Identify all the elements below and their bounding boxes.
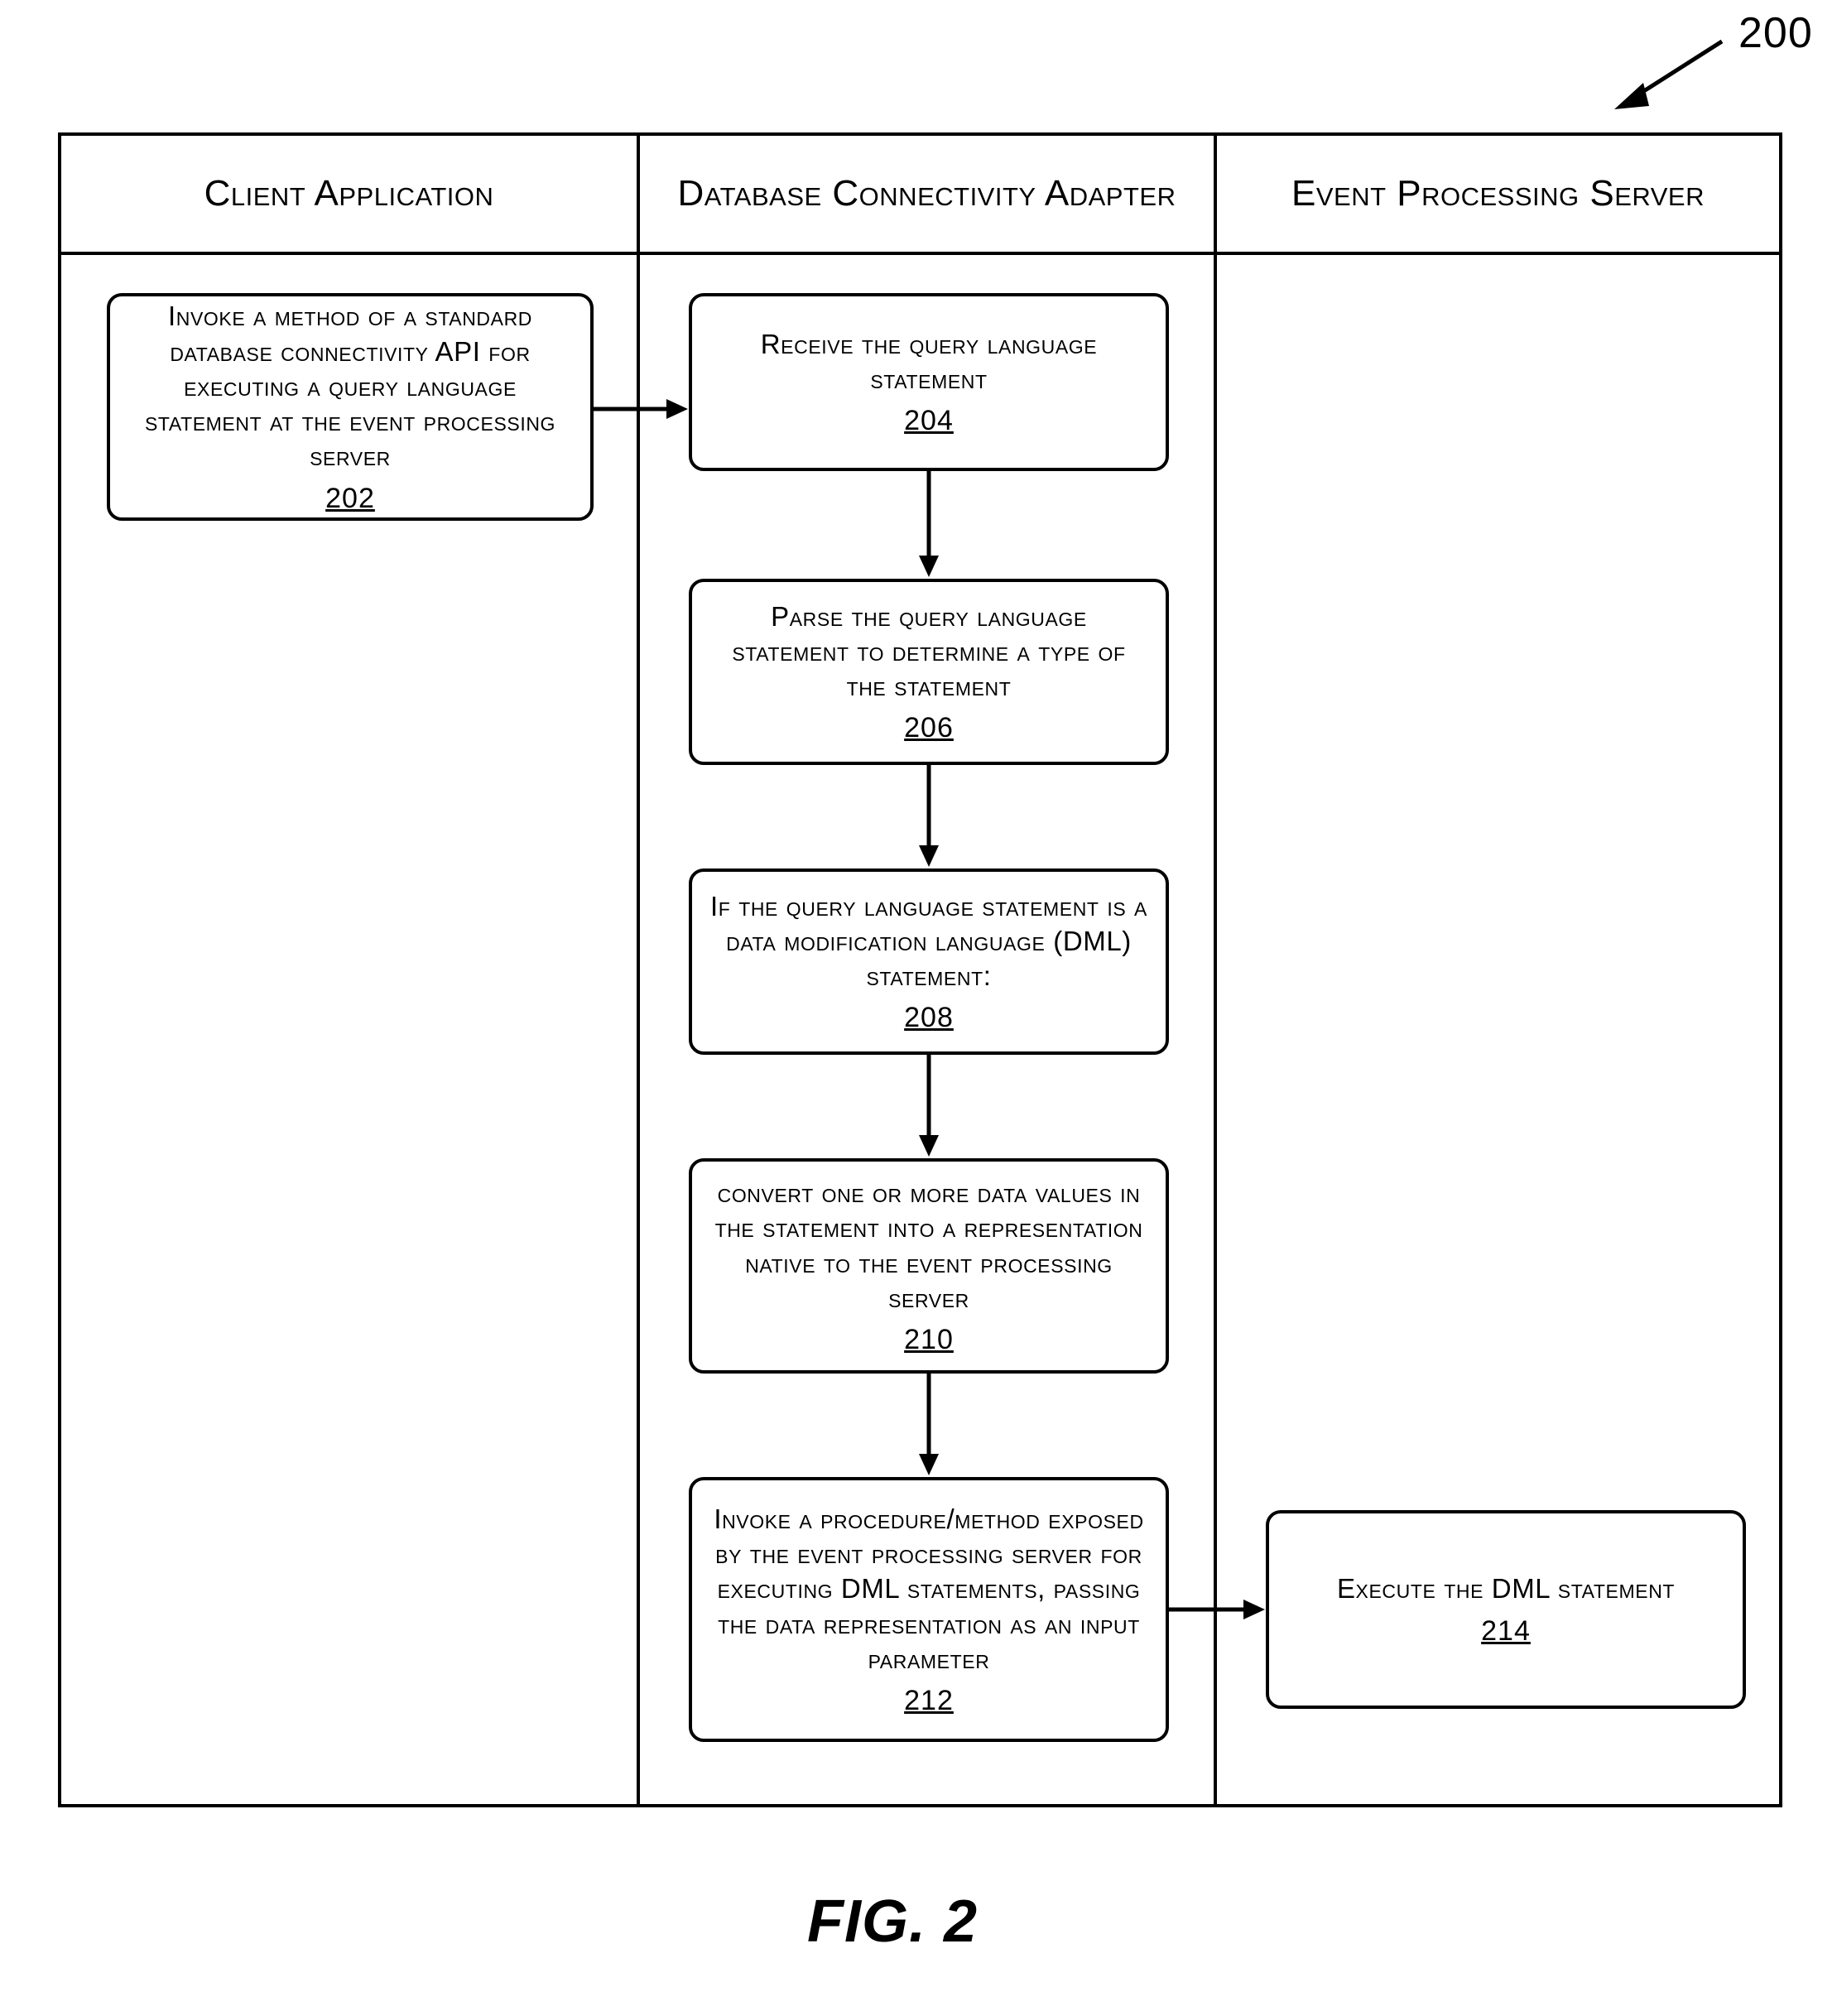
step-202: Invoke a method of a standard database c…	[107, 293, 594, 521]
step-210-text: convert one or more data values in the s…	[710, 1176, 1147, 1316]
step-210: convert one or more data values in the s…	[689, 1158, 1169, 1374]
lane-header-adapter-label: Database Connectivity Adapter	[678, 173, 1176, 214]
step-208-num: 208	[904, 1002, 954, 1034]
step-214-num: 214	[1481, 1615, 1531, 1648]
figure-caption: FIG. 2	[807, 1888, 978, 1956]
step-206-num: 206	[904, 712, 954, 744]
step-212: Invoke a procedure/method exposed by the…	[689, 1477, 1169, 1742]
step-208-text: If the query language statement is a dat…	[710, 889, 1147, 994]
lane-header-server-label: Event Processing Server	[1291, 173, 1705, 214]
step-214: Execute the DML statement 214	[1266, 1510, 1746, 1709]
lane-header-client: Client Application	[61, 136, 637, 252]
step-212-text: Invoke a procedure/method exposed by the…	[710, 1502, 1147, 1677]
arrow-212-to-214	[1169, 1597, 1268, 1622]
arrow-204-to-206	[916, 471, 941, 580]
arrow-208-to-210	[916, 1055, 941, 1160]
arrow-202-to-204	[594, 397, 691, 421]
lane-divider-1	[637, 136, 640, 1804]
step-214-text: Execute the DML statement	[1337, 1571, 1675, 1606]
step-206-text: Parse the query language statement to de…	[710, 599, 1147, 705]
lane-header-row: Client Application Database Connectivity…	[61, 136, 1779, 255]
step-202-text: Invoke a method of a standard database c…	[128, 299, 572, 474]
reference-arrow-icon	[1598, 33, 1730, 124]
step-204-text: Receive the query language statement	[710, 327, 1147, 397]
swimlane-table: Client Application Database Connectivity…	[58, 132, 1782, 1807]
step-212-num: 212	[904, 1685, 954, 1717]
diagram-canvas: 200 Client Application Database Connecti…	[0, 0, 1837, 2016]
lane-header-adapter: Database Connectivity Adapter	[640, 136, 1214, 252]
arrow-206-to-208	[916, 765, 941, 870]
step-206: Parse the query language statement to de…	[689, 579, 1169, 765]
arrow-210-to-212	[916, 1374, 941, 1479]
step-204-num: 204	[904, 405, 954, 437]
lane-divider-2	[1214, 136, 1217, 1804]
reference-number: 200	[1738, 8, 1813, 58]
lane-header-client-label: Client Application	[204, 173, 494, 214]
step-204: Receive the query language statement 204	[689, 293, 1169, 471]
step-210-num: 210	[904, 1324, 954, 1356]
step-202-num: 202	[325, 483, 375, 515]
lane-header-server: Event Processing Server	[1217, 136, 1779, 252]
step-208: If the query language statement is a dat…	[689, 868, 1169, 1055]
